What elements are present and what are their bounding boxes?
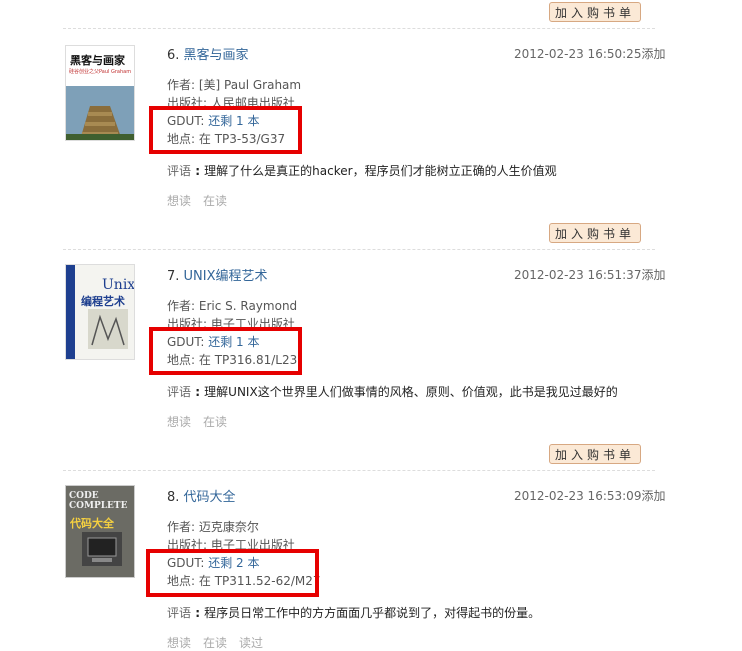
cover-illustration <box>88 309 128 349</box>
reading-link[interactable]: 在读 <box>203 194 227 208</box>
book-author: 作者: Eric S. Raymond <box>167 299 298 313</box>
read-link[interactable]: 读过 <box>239 636 263 650</box>
cover-illustration <box>82 532 122 566</box>
book-cover-image[interactable]: 黑客与画家 硅谷创业之父Paul Graham文集 <box>65 45 135 141</box>
cover-title-text: CODE COMPLETE <box>69 491 128 511</box>
reading-link[interactable]: 在读 <box>203 415 227 429</box>
book-title-link[interactable]: UNIX编程艺术 <box>184 269 268 284</box>
highlight-box <box>149 327 302 375</box>
want-to-read-link[interactable]: 想读 <box>167 194 191 208</box>
entry-divider <box>63 249 655 250</box>
want-to-read-link[interactable]: 想读 <box>167 636 191 650</box>
book-comment: 评语 : 程序员日常工作中的方方面面几乎都说到了，对得起书的份量。 <box>167 606 541 620</box>
added-date: 2012-02-23 16:51:37添加 <box>514 268 666 282</box>
entry-divider <box>63 28 655 29</box>
book-publisher: 出版社: 人民邮电出版社 <box>167 96 295 106</box>
add-to-booklist-button[interactable]: 加入购书单 <box>549 444 641 464</box>
reading-link[interactable]: 在读 <box>203 636 227 650</box>
book-author: 作者: [美] Paul Graham <box>167 78 302 92</box>
cover-subtitle-text: 编程艺术 <box>81 295 125 308</box>
cover-subtitle-text: 硅谷创业之父Paul Graham文集 <box>69 69 131 75</box>
reading-status-actions: 想读 在读 <box>167 413 239 430</box>
book-comment: 评语 : 理解了什么是真正的hacker，程序员们才能树立正确的人生价值观 <box>167 164 557 178</box>
cover-title-text: 黑客与画家 <box>70 54 125 67</box>
highlight-box <box>146 549 319 597</box>
entry-divider <box>63 470 655 471</box>
tower-of-babel-illustration <box>66 86 134 140</box>
add-to-booklist-button[interactable]: 加入购书单 <box>549 2 641 22</box>
book-author: 作者: 迈克康奈尔 <box>167 520 259 534</box>
added-date: 2012-02-23 16:50:25添加 <box>514 47 666 61</box>
cover-subtitle-text: 代码大全 <box>70 517 114 530</box>
book-publisher: 出版社: 电子工业出版社 <box>167 317 295 327</box>
book-index: 7. <box>167 269 180 284</box>
book-index: 8. <box>167 490 180 505</box>
book-title: 7. UNIX编程艺术 <box>167 265 268 284</box>
book-title-link[interactable]: 代码大全 <box>184 490 236 505</box>
want-to-read-link[interactable]: 想读 <box>167 415 191 429</box>
book-title-link[interactable]: 黑客与画家 <box>184 48 249 63</box>
book-title: 6. 黑客与画家 <box>167 44 249 63</box>
book-title: 8. 代码大全 <box>167 486 236 505</box>
book-cover-image[interactable]: Unix 编程艺术 <box>65 264 135 360</box>
book-cover-image[interactable]: CODE COMPLETE 代码大全 <box>65 485 135 578</box>
highlight-box <box>149 106 302 154</box>
cover-spine <box>66 265 75 359</box>
added-date: 2012-02-23 16:53:09添加 <box>514 489 666 503</box>
cover-title-text: Unix <box>102 277 135 293</box>
book-index: 6. <box>167 48 180 63</box>
book-comment: 评语 : 理解UNIX这个世界里人们做事情的风格、原则、价值观，此书是我见过最好… <box>167 385 618 399</box>
add-to-booklist-button[interactable]: 加入购书单 <box>549 223 641 243</box>
reading-status-actions: 想读 在读 <box>167 192 239 209</box>
